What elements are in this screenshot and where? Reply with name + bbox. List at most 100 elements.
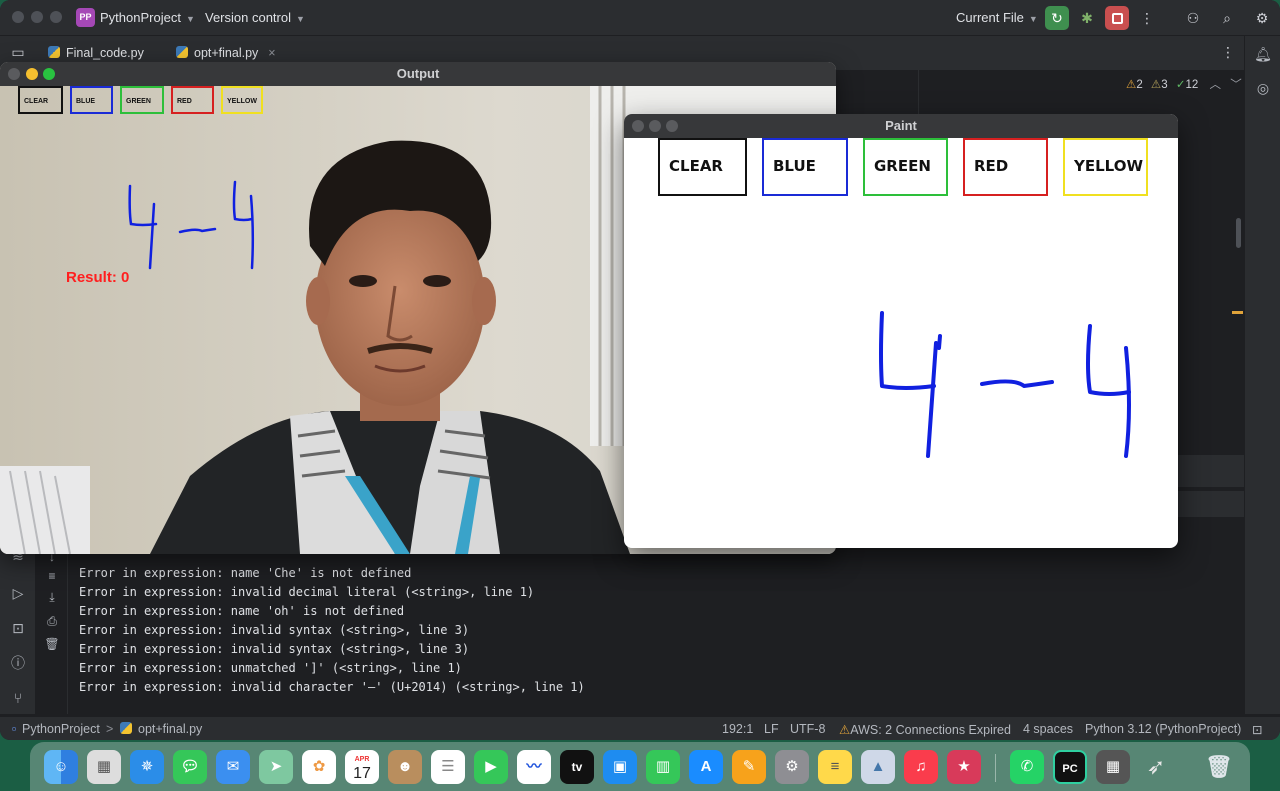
keynote-icon[interactable]: ▣	[603, 750, 637, 784]
notifications-bell-icon[interactable]: 🔔︎	[1253, 44, 1273, 64]
app-store-icon[interactable]: A	[689, 750, 723, 784]
version-control-menu[interactable]: Version control ▼	[205, 10, 305, 25]
interpreter-selector[interactable]: Python 3.12 (PythonProject)	[1085, 722, 1241, 736]
window-close-button[interactable]	[632, 120, 644, 132]
tab-opt-final[interactable]: opt+final.py ×	[176, 46, 276, 60]
indent-setting[interactable]: 4 spaces	[1023, 722, 1073, 736]
swatch-yellow[interactable]: YELLOW	[221, 86, 263, 114]
window-minimize-button[interactable]	[649, 120, 661, 132]
swatch-blue[interactable]: BLUE	[70, 86, 113, 114]
breadcrumb-project[interactable]: PythonProject	[22, 722, 100, 736]
reminders-icon[interactable]: ☰	[431, 750, 465, 784]
window-minimize-button[interactable]	[26, 68, 38, 80]
trash-icon[interactable]: 🗑︎	[1202, 750, 1236, 784]
pages-icon[interactable]: ✎	[732, 750, 766, 784]
aws-status-label: AWS: 2 Connections Expired	[850, 723, 1011, 737]
facetime-icon[interactable]: ▶	[474, 750, 508, 784]
numbers-icon[interactable]: ▥	[646, 750, 680, 784]
window-zoom-button[interactable]	[43, 68, 55, 80]
run-config-selector[interactable]: Current File ▼	[956, 10, 1038, 25]
breadcrumb-file-label: opt+final.py	[138, 722, 203, 736]
window-close-button[interactable]	[12, 11, 24, 23]
folder-icon[interactable]: ▭	[6, 40, 30, 64]
dock-separator	[995, 754, 996, 782]
python-file-icon	[176, 46, 188, 58]
tab-label: Final_code.py	[66, 46, 144, 60]
file-encoding[interactable]: UTF-8	[790, 722, 825, 736]
print-icon[interactable]: ⎙	[43, 612, 61, 630]
music-icon[interactable]: ♫	[904, 750, 938, 784]
maps-icon[interactable]: ➤	[259, 750, 293, 784]
chevron-down-icon[interactable]: ﹀	[1230, 79, 1242, 91]
launchpad-icon[interactable]: ▦	[87, 750, 121, 784]
more-vertical-icon[interactable]: ⋮	[1135, 6, 1159, 30]
debug-bug-icon[interactable]: ✱	[1075, 6, 1099, 30]
photos-icon[interactable]: ✿	[302, 750, 336, 784]
settings-gear-icon[interactable]: ⚙	[1250, 6, 1274, 30]
window-zoom-button[interactable]	[666, 120, 678, 132]
swatch-green[interactable]: GREEN	[120, 86, 164, 114]
rerun-icon[interactable]: ↻	[1045, 6, 1069, 30]
more-vertical-icon[interactable]: ⋮	[1216, 40, 1240, 64]
git-branch-icon[interactable]: ⑂	[8, 688, 28, 708]
project-name: PythonProject	[100, 10, 181, 25]
pycharm-label: PC	[1062, 763, 1078, 775]
warning-marker[interactable]	[1232, 311, 1243, 314]
inspections-widget[interactable]: ⚠2 ⚠3 ✓12 ︿ ﹀	[1126, 76, 1242, 92]
add-user-icon[interactable]: ⚇	[1181, 6, 1205, 30]
messages-icon[interactable]: 💬︎	[173, 750, 207, 784]
editor-scrollbar[interactable]	[1236, 218, 1241, 248]
safari-icon[interactable]: ✵	[130, 750, 164, 784]
line-separator[interactable]: LF	[764, 722, 779, 736]
lock-icon[interactable]: ⊡	[1252, 722, 1262, 737]
tab-final-code[interactable]: Final_code.py	[48, 46, 144, 60]
preview-icon[interactable]: ▲	[861, 750, 895, 784]
notes-icon[interactable]: ≡	[818, 750, 852, 784]
paint-canvas[interactable]	[624, 138, 1178, 548]
apple-tv-icon[interactable]: tv	[560, 750, 594, 784]
trash-icon[interactable]: 🗑	[43, 635, 61, 653]
problems-icon[interactable]: ⓘ	[8, 653, 28, 673]
calendar-icon[interactable]: APR 17	[345, 750, 379, 784]
chevron-up-icon[interactable]: ︿	[1209, 79, 1221, 91]
window-zoom-button[interactable]	[50, 11, 62, 23]
console-line: Error in expression: invalid decimal lit…	[79, 585, 535, 599]
swatch-label: GREEN	[126, 98, 151, 105]
breadcrumb-separator: >	[106, 722, 114, 736]
project-selector[interactable]: PythonProject ▼	[100, 10, 195, 25]
python-file-icon	[120, 722, 132, 734]
terminal-icon[interactable]: ⊡	[8, 618, 28, 638]
freeform-icon[interactable]: 〰	[517, 750, 551, 784]
output-window-title: Output	[0, 62, 836, 86]
python-file-icon	[48, 46, 60, 58]
calculator-icon[interactable]: ▦	[1096, 750, 1130, 784]
stop-button[interactable]	[1105, 6, 1129, 30]
search-icon[interactable]: ⌕	[1215, 6, 1239, 30]
aws-status[interactable]: ⚠AWS: 2 Connections Expired	[839, 722, 1011, 737]
run-console[interactable]: Error in expression: name 'Che' is not d…	[68, 545, 1244, 713]
result-text: Result: 0	[66, 269, 130, 286]
swatch-clear[interactable]: CLEAR	[18, 86, 63, 114]
finder-icon[interactable]: ☺	[44, 750, 78, 784]
ai-assistant-icon[interactable]: ◎	[1253, 78, 1273, 98]
soft-wrap-icon[interactable]: ≡	[43, 567, 61, 585]
warning-count: 2	[1136, 79, 1143, 91]
scroll-to-end-icon[interactable]: ⤓	[43, 588, 61, 606]
window-minimize-button[interactable]	[31, 11, 43, 23]
run-icon[interactable]: ▷	[8, 583, 28, 603]
system-settings-icon[interactable]: ⚙	[775, 750, 809, 784]
swatch-red[interactable]: RED	[171, 86, 214, 114]
caret-position[interactable]: 192:1	[722, 722, 753, 736]
swatch-label: YELLOW	[227, 98, 257, 105]
window-close-button[interactable]	[8, 68, 20, 80]
stop-icon	[1111, 13, 1123, 24]
pycharm-icon[interactable]: PC	[1053, 750, 1087, 784]
contacts-icon[interactable]: ☻	[388, 750, 422, 784]
breadcrumb-file[interactable]: opt+final.py	[120, 722, 202, 736]
tab-close-icon[interactable]: ×	[268, 46, 275, 60]
photo-booth-icon[interactable]: ★	[947, 750, 981, 784]
rocket-icon[interactable]: ➶	[1139, 750, 1173, 784]
mail-icon[interactable]: ✉	[216, 750, 250, 784]
status-bar: ▫ PythonProject > opt+final.py 192:1 LF …	[0, 716, 1280, 740]
whatsapp-icon[interactable]: ✆	[1010, 750, 1044, 784]
